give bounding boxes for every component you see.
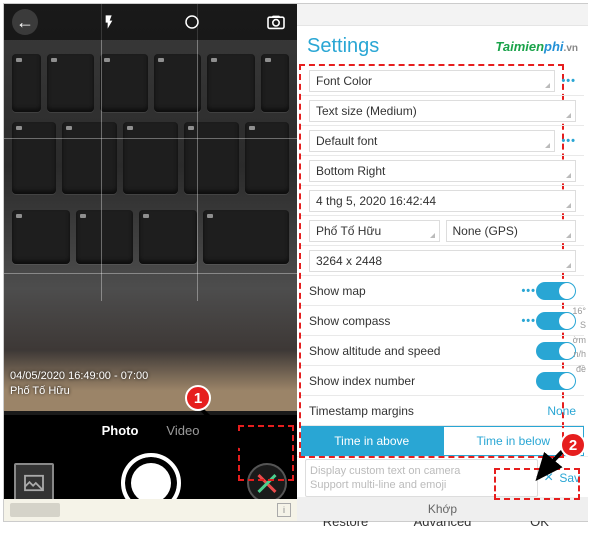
circle-icon[interactable] [179,9,205,35]
row-text-size[interactable]: Text size (Medium) [301,96,584,126]
switch-camera-icon[interactable] [263,9,289,35]
custom-text-input[interactable]: Display custom text on camera Support mu… [305,459,538,498]
mode-photo[interactable]: Photo [102,423,139,438]
row-position[interactable]: Bottom Right [301,156,584,186]
row-location[interactable]: Phố Tố Hữu None (GPS) [301,216,584,246]
side-readings: 16°Sờmn/hđề [568,304,588,376]
row-show-index[interactable]: Show index number [301,366,584,396]
row-resolution[interactable]: 3264 x 2448 [301,246,584,276]
tab-time-above[interactable]: Time in above [301,426,443,456]
row-default-font[interactable]: Default font ••• [301,126,584,156]
row-show-compass[interactable]: Show compass••• [301,306,584,336]
status-bar [297,4,588,26]
camera-topbar: ← [4,4,297,40]
more-icon[interactable]: ••• [561,135,576,147]
flash-icon[interactable] [96,9,122,35]
more-icon[interactable]: ••• [561,75,576,87]
ad-strip: i [4,499,297,521]
watermark-text: 04/05/2020 16:49:00 - 07:00 Phố Tố Hữu [10,369,148,399]
back-icon[interactable]: ← [12,9,38,35]
gallery-thumb[interactable] [14,463,54,503]
watermark-line1: 04/05/2020 16:49:00 - 07:00 [10,369,148,384]
watermark-line2: Phố Tố Hữu [10,384,148,399]
row-timestamp[interactable]: 4 thg 5, 2020 16:42:44 [301,186,584,216]
row-font-color[interactable]: Font Color ••• [301,66,584,96]
callout-1: 1 [185,385,211,411]
row-ts-margins[interactable]: Timestamp marginsNone [301,396,584,426]
viewfinder [4,4,297,411]
callout-2: 2 [560,432,586,458]
row-show-map[interactable]: Show map••• [301,276,584,306]
font-color-select: Font Color [309,70,555,92]
brand-logo: Taimienphi.vn [495,39,578,54]
footer-bar: Khớp [297,497,588,521]
row-show-alt[interactable]: Show altitude and speed [301,336,584,366]
settings-header: Settings Taimienphi.vn [297,26,588,66]
toggle-map [536,282,576,300]
page-title: Settings [307,35,379,58]
effects-button[interactable] [247,463,287,503]
